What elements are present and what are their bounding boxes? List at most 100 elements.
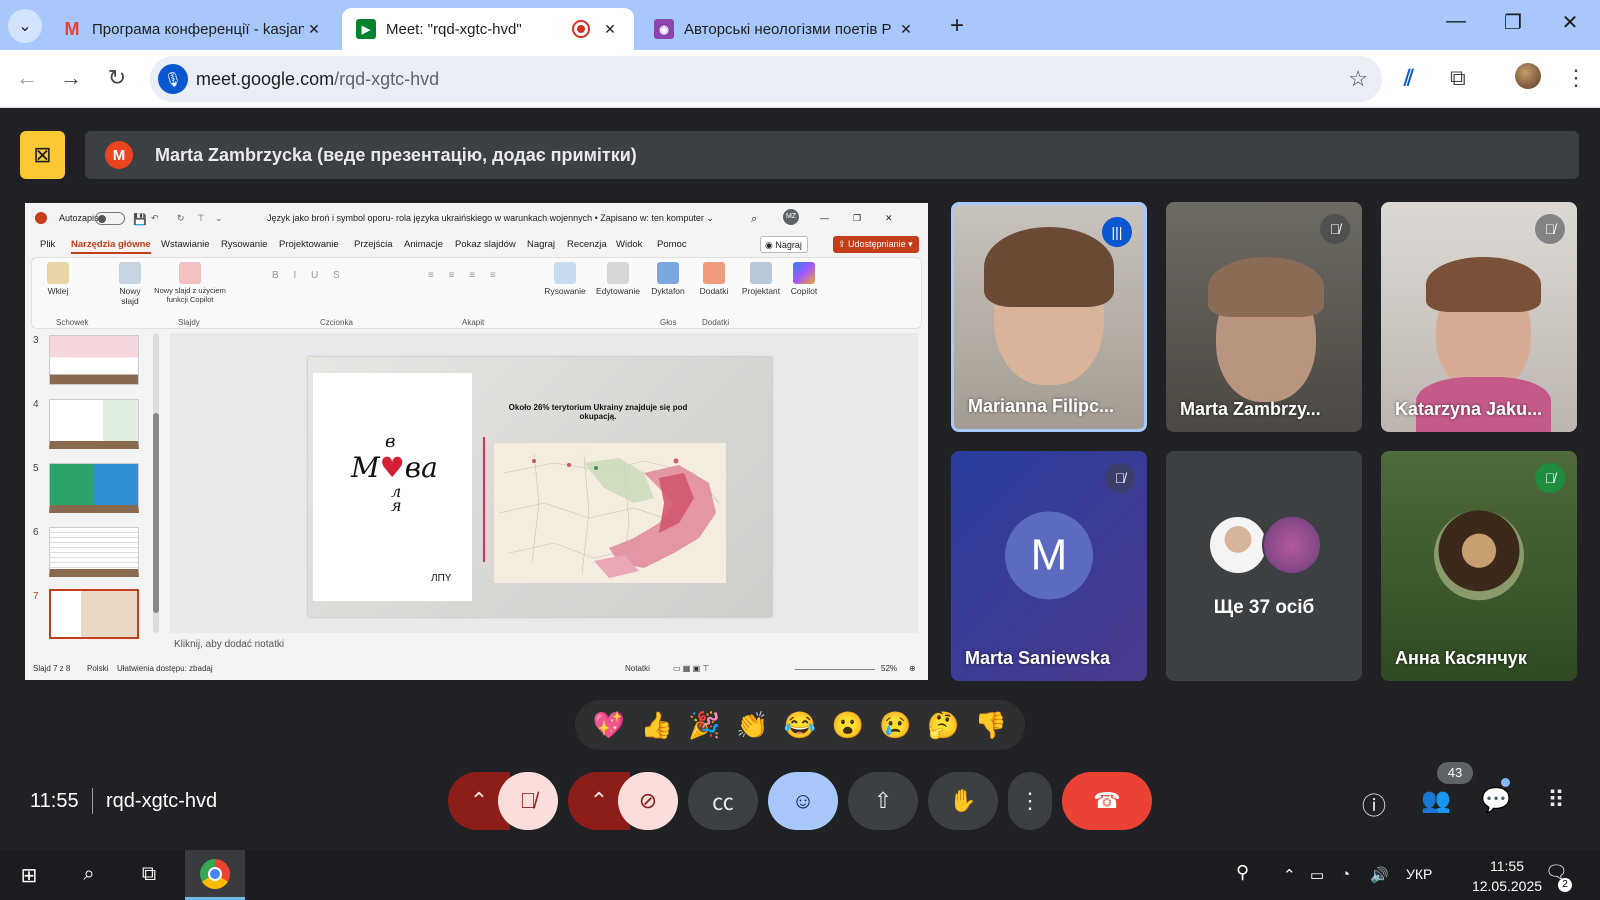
drawing-button[interactable]: Rysowanie	[540, 262, 590, 296]
slide-thumbnail-4[interactable]	[49, 399, 139, 449]
slide-thumbnail-3[interactable]	[49, 335, 139, 385]
address-bar[interactable]: 🎙 meet.google.com/rqd-xgtc-hvd ☆	[150, 56, 1382, 102]
addins-button[interactable]: Dodatki	[692, 262, 736, 296]
bookmark-star-icon[interactable]: ☆	[1348, 66, 1368, 92]
slide-thumbnail-7[interactable]	[49, 589, 139, 639]
raise-hand-button[interactable]: ✋	[928, 772, 998, 830]
participant-tile[interactable]: 🎙̸ Marta Zambrzy...	[1166, 202, 1362, 432]
system-clock[interactable]: 11:55 12.05.2025	[1467, 856, 1547, 896]
activities-icon[interactable]: ⠿	[1538, 786, 1574, 815]
menu-file[interactable]: Plik	[40, 239, 55, 250]
search-icon[interactable]: ⌕	[74, 863, 104, 886]
participant-tile[interactable]: ||| Marianna Filipc...	[951, 202, 1147, 432]
back-icon[interactable]: ←	[12, 65, 42, 91]
status-notes-toggle[interactable]: Notatki	[625, 664, 650, 673]
reaction-sparkling-heart[interactable]: 💖	[589, 705, 629, 745]
chat-icon[interactable]: 💬	[1478, 786, 1514, 815]
share-button[interactable]: ⇪ Udostępnianie ▾	[833, 236, 919, 253]
people-tray-icon[interactable]: ⚲	[1236, 862, 1249, 883]
participant-tile[interactable]: M 🎙̸ Marta Saniewska	[951, 451, 1147, 681]
reaction-party-popper[interactable]: 🎉	[684, 705, 724, 745]
more-options-button[interactable]: ⋮	[1008, 772, 1052, 830]
camera-toggle-button[interactable]: ⊘	[618, 772, 678, 830]
status-zoom[interactable]: 52%	[881, 664, 897, 673]
input-language[interactable]: УКР	[1406, 866, 1432, 882]
restore-icon[interactable]: ❐	[853, 213, 861, 224]
view-buttons[interactable]: ▭ ▦ ▣ ⊤	[673, 664, 709, 673]
present-now-button[interactable]: ⇧	[848, 772, 918, 830]
menu-design[interactable]: Projektowanie	[279, 239, 339, 250]
paste-button[interactable]: Wklej	[40, 262, 76, 296]
network-icon[interactable]: ◔	[1341, 866, 1350, 883]
slide-thumbnail-5[interactable]	[49, 463, 139, 513]
participant-tile[interactable]: 🎙̸ Анна Касянчук	[1381, 451, 1577, 681]
menu-slideshow[interactable]: Pokaz slajdów	[455, 239, 516, 250]
thumbnails-scrollbar[interactable]	[153, 333, 159, 633]
people-icon[interactable]: 👥	[1418, 786, 1454, 815]
menu-animations[interactable]: Animacje	[404, 239, 443, 250]
menu-transitions[interactable]: Przejścia	[354, 239, 393, 250]
user-avatar[interactable]: MZ	[783, 209, 799, 225]
presentation-off-icon[interactable]: ⊠	[20, 131, 65, 179]
reaction-thumbs-down[interactable]: 👎	[971, 705, 1011, 745]
tab-search-chevron-icon[interactable]: ⌄	[8, 9, 42, 43]
mic-toggle-button[interactable]: 🎙̸	[498, 772, 558, 830]
more-options-icon[interactable]: ⋮	[1565, 65, 1587, 91]
close-icon[interactable]: ✕	[896, 21, 916, 38]
current-slide[interactable]: в М♥ва л я ЛПY Około 26% terytorium Ukra…	[308, 357, 772, 617]
paragraph-format-buttons[interactable]: ≡ ≡ ≡ ≡	[428, 270, 502, 281]
minimize-icon[interactable]: —	[820, 213, 829, 223]
microphone-icon[interactable]: 🎙	[158, 64, 188, 94]
leave-call-button[interactable]: ☎	[1062, 772, 1152, 830]
window-close-icon[interactable]: ✕	[1550, 10, 1590, 35]
close-icon[interactable]: ✕	[600, 21, 620, 38]
reaction-thumbs-up[interactable]: 👍	[637, 705, 677, 745]
battery-icon[interactable]: ▭	[1310, 866, 1324, 884]
status-accessibility[interactable]: Ułatwienia dostępu: zbadaj	[117, 664, 213, 673]
new-slide-button[interactable]: Nowy slajd	[110, 262, 150, 306]
menu-view[interactable]: Widok	[616, 239, 642, 250]
new-tab-icon[interactable]: +	[950, 12, 964, 40]
save-icon[interactable]: 💾	[133, 213, 147, 226]
copilot-slide-button[interactable]: Nowy slajd z użyciem funkcji Copilot	[148, 262, 232, 304]
task-view-icon[interactable]: ⧉	[134, 863, 164, 886]
reaction-thinking[interactable]: 🤔	[923, 705, 963, 745]
participant-tile[interactable]: 🎙̸ Katarzyna Jaku...	[1381, 202, 1577, 432]
analytics-extension-icon[interactable]: ⫽	[1404, 65, 1414, 91]
reaction-laughing[interactable]: 😂	[780, 705, 820, 745]
reaction-crying[interactable]: 😢	[875, 705, 915, 745]
font-format-buttons[interactable]: B I U S	[272, 270, 346, 281]
fit-slide-icon[interactable]: ⊕	[909, 664, 916, 673]
captions-button[interactable]: ㏄	[688, 772, 758, 830]
menu-insert[interactable]: Wstawianie	[161, 239, 210, 250]
volume-icon[interactable]: 🔊	[1370, 866, 1389, 884]
windows-start-icon[interactable]: ⊞	[14, 863, 44, 888]
reaction-clapping-hands[interactable]: 👏	[732, 705, 772, 745]
status-language[interactable]: Polski	[87, 664, 108, 673]
record-button[interactable]: ◉ Nagraj	[760, 236, 808, 253]
profile-avatar[interactable]	[1515, 63, 1541, 89]
copilot-button[interactable]: Copilot	[784, 262, 824, 296]
taskbar-chrome-button[interactable]	[185, 850, 245, 900]
search-icon[interactable]: ⌕	[751, 213, 757, 226]
restore-icon[interactable]: ❐	[1493, 10, 1533, 35]
slide-thumbnail-6[interactable]	[49, 527, 139, 577]
designer-button[interactable]: Projektant	[738, 262, 784, 296]
zoom-slider[interactable]	[795, 669, 875, 670]
close-icon[interactable]: ✕	[304, 21, 324, 38]
dictate-button[interactable]: Dyktafon	[646, 262, 690, 296]
menu-help[interactable]: Pomoc	[657, 239, 687, 250]
minimize-icon[interactable]: —	[1436, 10, 1476, 33]
tab-lens[interactable]: ◉ Авторські неологізми поетів Р ✕	[640, 8, 930, 50]
reaction-surprised[interactable]: 😮	[828, 705, 868, 745]
tab-meet[interactable]: ▶ Meet: "rqd-xgtc-hvd" ✕	[342, 8, 634, 50]
close-icon[interactable]: ✕	[885, 213, 893, 224]
meeting-info-icon[interactable]: ⓘ	[1356, 786, 1392, 821]
show-hidden-icons-icon[interactable]: ⌃	[1283, 866, 1296, 884]
menu-home[interactable]: Narzędzia główne	[71, 239, 151, 254]
notes-pane[interactable]: Kliknij, aby dodać notatki	[170, 633, 928, 655]
forward-icon[interactable]: →	[56, 65, 86, 91]
tab-gmail[interactable]: M Програма конференції - kasjan ✕	[48, 8, 338, 50]
reload-icon[interactable]: ↻	[102, 65, 132, 91]
editing-button[interactable]: Edytowanie	[590, 262, 646, 296]
